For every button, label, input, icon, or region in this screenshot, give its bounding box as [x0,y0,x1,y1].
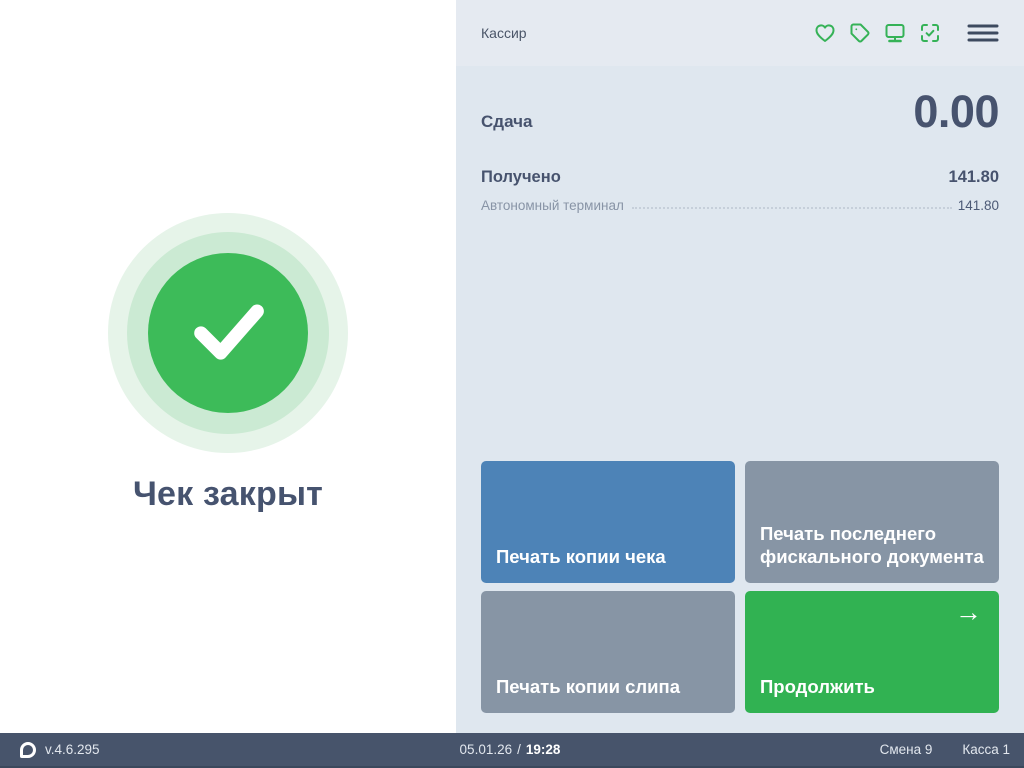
success-ring-outer [108,213,348,453]
display-icon[interactable] [883,21,907,45]
success-ring-middle [127,232,329,434]
received-value: 141.80 [949,168,999,187]
arrow-right-icon: → [955,599,982,626]
app-logo-icon [20,742,36,758]
shift-label[interactable]: Смена 9 [880,742,933,757]
status-bar-datetime: 05.01.26 / 19:28 [460,742,561,757]
success-circle [148,253,308,413]
main-area: Чек закрыт Кассир [0,0,1024,733]
cashier-label: Кассир [481,25,527,41]
received-label: Получено [481,168,561,187]
change-label: Сдача [481,112,532,132]
panel-header: Кассир [456,0,1024,66]
payment-method-value: 141.80 [958,198,999,213]
print-receipt-copy-label: Печать копии чека [496,545,666,569]
dotted-leader [632,207,952,209]
print-receipt-copy-button[interactable]: Печать копии чека [481,461,735,583]
header-icons [813,21,999,45]
payment-method-row: Автономный терминал 141.80 [481,198,999,213]
status-bar-left: v.4.6.295 [0,742,100,758]
change-row: Сдача 0.00 [481,86,999,138]
print-slip-copy-label: Печать копии слипа [496,675,680,699]
status-bar: v.4.6.295 05.01.26 / 19:28 Смена 9 Касса… [0,733,1024,768]
payment-panel: Кассир [456,0,1024,733]
print-last-fiscal-button[interactable]: Печать последнего фискального документа [745,461,999,583]
receipt-closed-title: Чек закрыт [133,475,323,514]
status-separator: / [517,742,521,757]
change-value: 0.00 [913,86,999,138]
print-last-fiscal-label: Печать последнего фискального документа [760,522,984,569]
scan-check-icon[interactable] [918,21,942,45]
continue-label: Продолжить [760,675,875,699]
menu-icon[interactable] [967,21,999,45]
receipt-status-panel: Чек закрыт [0,0,456,733]
status-date: 05.01.26 [460,742,513,757]
pos-app: Чек закрыт Кассир [0,0,1024,768]
received-row: Получено 141.80 [481,168,999,187]
print-slip-copy-button[interactable]: Печать копии слипа [481,591,735,713]
register-label[interactable]: Касса 1 [962,742,1010,757]
tag-icon[interactable] [848,21,872,45]
action-buttons: Печать копии чека Печать последнего фиск… [481,461,999,713]
app-version: v.4.6.295 [45,742,100,757]
continue-button[interactable]: → Продолжить [745,591,999,713]
payment-summary: Сдача 0.00 Получено 141.80 Автономный те… [456,66,1024,733]
status-time: 19:28 [526,742,561,757]
checkmark-icon [176,279,280,388]
payment-method-label: Автономный терминал [481,198,624,213]
heart-icon[interactable] [813,21,837,45]
status-bar-right: Смена 9 Касса 1 [880,742,1024,757]
